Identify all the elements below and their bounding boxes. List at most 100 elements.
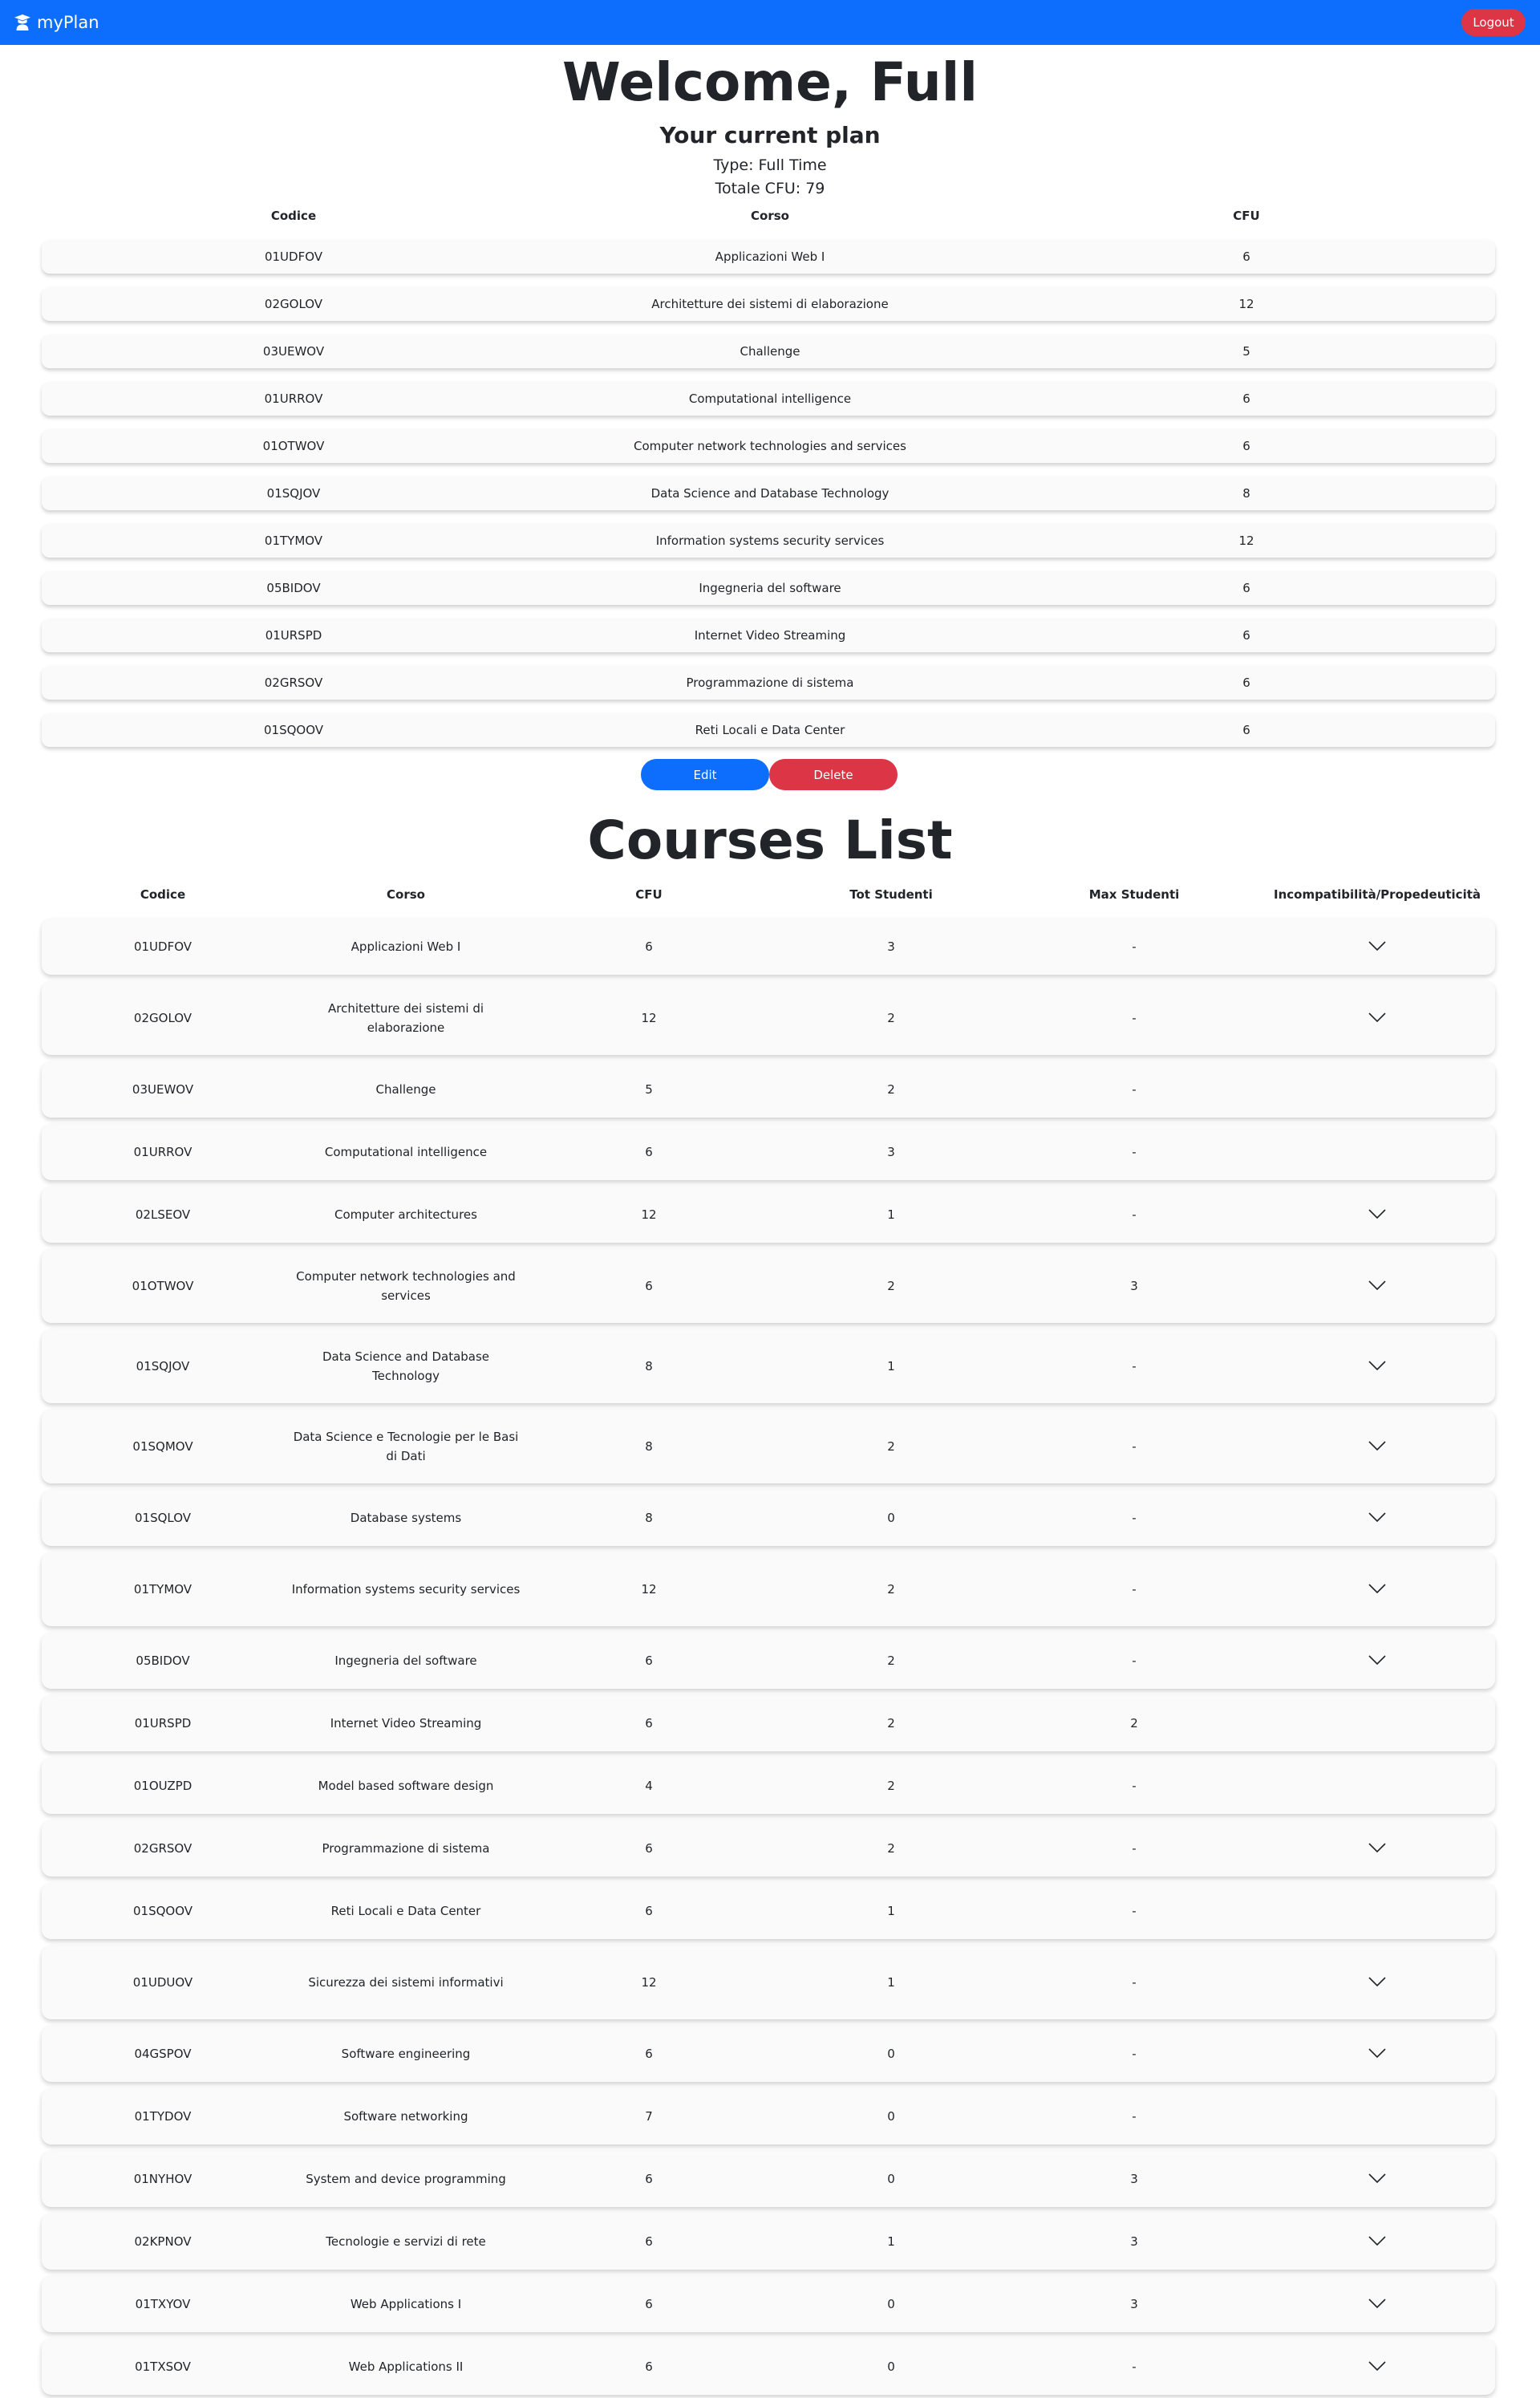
plan-row: 02GOLOV Architetture dei sistemi di elabo… <box>42 287 1495 321</box>
course-cell-tot-students: 1 <box>887 2234 895 2249</box>
course-cell-code: 05BIDOV <box>136 1653 190 1668</box>
courses-header-tot: Tot Studenti <box>849 887 933 902</box>
delete-button[interactable]: Delete <box>769 759 898 790</box>
plan-cell-name: Reti Locali e Data Center <box>695 723 845 737</box>
plan-row: 01UDFOV Applicazioni Web I 6 <box>42 240 1495 274</box>
plan-total-cfu: Totale CFU: 79 <box>715 180 825 197</box>
course-cell-max-students: - <box>1132 2359 1137 2374</box>
course-cell-cfu: 12 <box>641 1582 657 1597</box>
plan-cell-code: 01URROV <box>264 392 323 406</box>
courses-title: Courses List <box>587 809 953 871</box>
chevron-down-icon[interactable] <box>1368 1973 1386 1992</box>
course-cell-name: Model based software design <box>318 1779 494 1793</box>
course-cell-tot-students: 0 <box>887 2109 895 2124</box>
course-cell-name: Database systems <box>350 1511 462 1525</box>
course-cell-tot-students: 2 <box>887 1582 895 1597</box>
course-cell-max-students: - <box>1132 1653 1137 1668</box>
course-cell-tot-students: 0 <box>887 2297 895 2311</box>
plan-cell-cfu: 6 <box>1242 581 1250 595</box>
course-cell-code: 02GRSOV <box>133 1841 192 1856</box>
chevron-down-icon[interactable] <box>1368 1276 1386 1296</box>
plan-cell-name: Computational intelligence <box>688 392 852 406</box>
course-cell-name: Data Science and Database Technology <box>322 1349 490 1383</box>
course-cell-max-students: 3 <box>1130 2234 1138 2249</box>
course-cell-name: Challenge <box>375 1082 436 1097</box>
plan-cell-name: Applicazioni Web I <box>715 250 825 264</box>
course-cell-code: 01UDUOV <box>132 1975 193 1990</box>
brand-label: myPlan <box>37 13 99 32</box>
chevron-down-icon[interactable] <box>1368 1357 1386 1376</box>
course-cell-tot-students: 1 <box>887 1904 895 1918</box>
course-row: 01UDFOV Applicazioni Web I 6 3 - <box>42 919 1495 975</box>
plan-row: 01SQJOV Data Science and Database Technol… <box>42 477 1495 510</box>
chevron-down-icon[interactable] <box>1368 2357 1386 2376</box>
course-cell-cfu: 12 <box>641 1975 657 1990</box>
plan-cell-code: 01TYMOV <box>264 534 323 548</box>
course-cell-code: 01SQOOV <box>132 1904 193 1918</box>
course-cell-name: Ingegneria del software <box>334 1653 477 1668</box>
course-cell-cfu: 6 <box>645 1653 653 1668</box>
chevron-down-icon[interactable] <box>1368 1651 1386 1670</box>
chevron-down-icon[interactable] <box>1368 1580 1386 1599</box>
course-cell-name: Programmazione di sistema <box>322 1841 490 1856</box>
chevron-down-icon[interactable] <box>1368 2232 1386 2251</box>
course-cell-code: 01TYMOV <box>133 1582 192 1597</box>
plan-table-header: Codice Corso CFU <box>42 209 1495 229</box>
plan-row: 01TYMOV Information systems security serv… <box>42 524 1495 558</box>
course-cell-name: Software engineering <box>341 2047 471 2061</box>
course-cell-max-students: - <box>1132 1439 1137 1454</box>
course-cell-cfu: 7 <box>645 2109 653 2124</box>
plan-cell-code: 01OTWOV <box>262 439 325 453</box>
courses-header-cfu: CFU <box>635 887 663 902</box>
course-row: 01SQOOV Reti Locali e Data Center 6 1 - <box>42 1883 1495 1939</box>
course-cell-name: Architetture dei sistemi di elaborazione <box>327 1001 484 1035</box>
course-row: 01URSPD Internet Video Streaming 6 2 2 <box>42 1695 1495 1751</box>
chevron-down-icon[interactable] <box>1368 1437 1386 1456</box>
course-cell-tot-students: 1 <box>887 1359 895 1373</box>
course-cell-code: 01SQMOV <box>132 1439 193 1454</box>
chevron-down-icon[interactable] <box>1368 1839 1386 1858</box>
course-cell-cfu: 6 <box>645 1841 653 1856</box>
course-row: 01URROV Computational intelligence 6 3 - <box>42 1124 1495 1180</box>
course-cell-code: 01UDFOV <box>133 939 192 954</box>
chevron-down-icon[interactable] <box>1368 1508 1386 1528</box>
course-cell-tot-students: 0 <box>887 2047 895 2061</box>
course-row: 05BIDOV Ingegneria del software 6 2 - <box>42 1633 1495 1689</box>
chevron-down-icon[interactable] <box>1368 2169 1386 2189</box>
course-cell-name: Sicurezza dei sistemi informativi <box>308 1975 504 1990</box>
course-cell-tot-students: 2 <box>887 1653 895 1668</box>
logout-button[interactable]: Logout <box>1461 9 1526 36</box>
chevron-down-icon[interactable] <box>1368 1205 1386 1224</box>
course-cell-code: 02LSEOV <box>135 1207 191 1222</box>
course-cell-max-students: - <box>1132 1582 1137 1597</box>
course-row: 01SQJOV Data Science and Database Technol… <box>42 1329 1495 1403</box>
course-cell-code: 01SQLOV <box>134 1511 192 1525</box>
edit-button[interactable]: Edit <box>641 759 769 790</box>
course-row: 02GRSOV Programmazione di sistema 6 2 - <box>42 1820 1495 1877</box>
plan-row: 01URSPD Internet Video Streaming 6 <box>42 619 1495 652</box>
plan-actions: Edit Delete <box>641 759 898 790</box>
course-cell-tot-students: 2 <box>887 1279 895 1293</box>
plan-cell-cfu: 8 <box>1242 486 1250 501</box>
course-cell-cfu: 6 <box>645 2297 653 2311</box>
chevron-down-icon[interactable] <box>1368 937 1386 956</box>
plan-cell-code: 01SQJOV <box>266 486 321 501</box>
plan-cell-name: Internet Video Streaming <box>694 628 846 643</box>
student-icon <box>14 14 30 30</box>
chevron-down-icon[interactable] <box>1368 2295 1386 2314</box>
chevron-down-icon[interactable] <box>1368 2044 1386 2063</box>
course-cell-tot-students: 0 <box>887 2359 895 2374</box>
course-row: 01NYHOV System and device programming 6 0 3 <box>42 2151 1495 2207</box>
course-row: 03UEWOV Challenge 5 2 - <box>42 1061 1495 1118</box>
courses-table-header: Codice Corso CFU Tot Studenti Max Studen… <box>42 887 1495 908</box>
plan-row: 01OTWOV Computer network technologies and… <box>42 429 1495 463</box>
course-row: 04GSPOV Software engineering 6 0 - <box>42 2026 1495 2082</box>
course-cell-cfu: 4 <box>645 1779 653 1793</box>
chevron-down-icon[interactable] <box>1368 1008 1386 1028</box>
plan-cell-cfu: 6 <box>1242 439 1250 453</box>
course-cell-max-students: - <box>1132 1904 1137 1918</box>
course-cell-code: 01NYHOV <box>133 2172 192 2186</box>
brand[interactable]: myPlan <box>14 13 99 32</box>
course-row: 01SQMOV Data Science e Tecnologie per le … <box>42 1410 1495 1483</box>
course-cell-tot-students: 0 <box>887 1511 895 1525</box>
